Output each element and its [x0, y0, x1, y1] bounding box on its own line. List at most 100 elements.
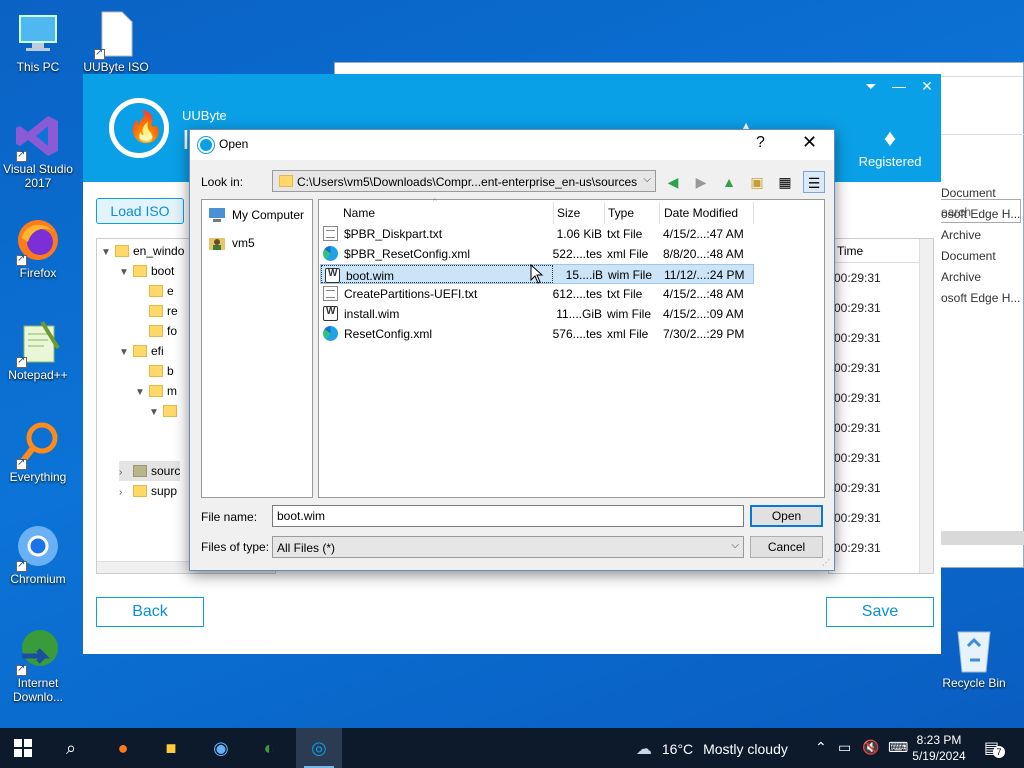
- start-button[interactable]: [0, 728, 46, 768]
- column-divider[interactable]: [753, 202, 754, 224]
- tree-item[interactable]: ▼: [149, 401, 181, 421]
- help-button[interactable]: ?: [756, 134, 765, 152]
- list-item[interactable]: Document: [941, 183, 1024, 204]
- file-row[interactable]: $PBR_ResetConfig.xml 522....tes xml File…: [320, 244, 754, 264]
- places-sidebar[interactable]: My Computer vm5: [201, 199, 313, 498]
- taskbar-uubyte[interactable]: ◎: [296, 728, 342, 768]
- chevron-down-icon[interactable]: ▼: [149, 403, 163, 423]
- forward-arrow-icon[interactable]: ▶: [690, 171, 712, 193]
- column-divider[interactable]: [553, 202, 554, 224]
- search-button[interactable]: ⌕: [48, 728, 94, 768]
- file-list[interactable]: ⌃ Name Size Type Date Modified $PBR_Disk…: [318, 197, 825, 498]
- list-item[interactable]: Archive: [941, 225, 1024, 246]
- keyboard-icon[interactable]: ⌨: [888, 739, 908, 756]
- list-item[interactable]: 00:29:31: [829, 413, 933, 443]
- tree-item[interactable]: b: [149, 361, 174, 381]
- tree-item[interactable]: fo: [149, 321, 177, 341]
- taskbar-firefox[interactable]: ●: [100, 728, 146, 768]
- taskbar-internet-download[interactable]: ◐: [246, 728, 292, 768]
- detail-view-icon[interactable]: ☰: [803, 171, 825, 193]
- column-header-type[interactable]: Type: [608, 206, 634, 220]
- back-button[interactable]: Back: [96, 597, 204, 627]
- horizontal-scrollbar[interactable]: [941, 531, 1024, 545]
- list-item[interactable]: 00:29:31: [829, 443, 933, 473]
- taskbar-chromium[interactable]: ◉: [198, 728, 244, 768]
- desktop-icon-uubyte-iso[interactable]: UUByte ISO: [78, 10, 154, 74]
- tree-item[interactable]: re: [149, 301, 178, 321]
- menu-dropdown-icon[interactable]: ⏷: [860, 78, 882, 95]
- tree-item[interactable]: › supp: [119, 481, 177, 501]
- list-item[interactable]: 00:29:31: [829, 503, 933, 533]
- list-item[interactable]: 00:29:31: [829, 383, 933, 413]
- desktop-icon-notepadpp[interactable]: Notepad++: [0, 318, 76, 382]
- list-item[interactable]: 00:29:31: [829, 263, 933, 293]
- taskbar-file-explorer[interactable]: ■: [148, 728, 194, 768]
- file-name-input[interactable]: [272, 505, 744, 527]
- file-row[interactable]: ResetConfig.xml 576....tes xml File 7/30…: [320, 324, 754, 344]
- chevron-right-icon[interactable]: ›: [119, 483, 133, 503]
- minimize-icon[interactable]: —: [888, 78, 910, 94]
- chevron-down-icon[interactable]: ▼: [135, 383, 149, 403]
- column-header-size[interactable]: Size: [557, 206, 580, 220]
- look-in-dropdown[interactable]: C:\Users\vm5\Downloads\Compr...ent-enter…: [272, 170, 656, 192]
- list-item[interactable]: osoft Edge H...: [941, 288, 1024, 309]
- place-my-computer[interactable]: My Computer: [208, 204, 304, 226]
- tree-item[interactable]: ▼ boot: [119, 261, 174, 281]
- list-item[interactable]: 00:29:31: [829, 533, 933, 563]
- file-row[interactable]: install.wim 11....GiB wim File 4/15/2...…: [320, 304, 754, 324]
- weather-widget[interactable]: ☁ 16°C Mostly cloudy: [636, 739, 788, 759]
- chevron-down-icon[interactable]: ▼: [101, 243, 115, 263]
- chevron-right-icon[interactable]: ›: [119, 463, 133, 483]
- tree-item[interactable]: ▼ efi: [119, 341, 164, 361]
- close-icon[interactable]: ✕: [916, 78, 938, 95]
- column-divider[interactable]: [659, 202, 660, 224]
- dialog-titlebar[interactable]: Open ? ✕: [190, 130, 834, 160]
- column-header-time[interactable]: Time: [829, 239, 933, 263]
- registered-badge[interactable]: ♦ Registered: [853, 124, 927, 169]
- tree-item[interactable]: ▼ m: [135, 381, 177, 401]
- file-time-list[interactable]: Time 00:29:31 00:29:31 00:29:31 00:29:31…: [828, 238, 934, 574]
- open-button[interactable]: Open: [750, 505, 823, 527]
- chevron-down-icon[interactable]: ▼: [119, 343, 133, 363]
- column-divider[interactable]: [604, 202, 605, 224]
- desktop-icon-recycle-bin[interactable]: Recycle Bin: [936, 624, 1012, 690]
- back-arrow-icon[interactable]: ◀: [662, 171, 684, 193]
- list-item[interactable]: 00:29:31: [829, 473, 933, 503]
- list-view-icon[interactable]: ▦: [774, 171, 796, 193]
- desktop-icon-everything[interactable]: Everything: [0, 420, 76, 484]
- open-file-dialog[interactable]: Open ? ✕ Look in: C:\Users\vm5\Downloads…: [189, 129, 835, 571]
- chevron-down-icon[interactable]: ▼: [119, 263, 133, 283]
- volume-muted-icon[interactable]: 🔇: [862, 739, 879, 756]
- load-iso-button[interactable]: Load ISO: [96, 198, 184, 224]
- system-clock[interactable]: 8:23 PM 5/19/2024: [908, 732, 970, 764]
- close-button[interactable]: ✕: [802, 132, 817, 153]
- column-header-date-modified[interactable]: Date Modified: [664, 206, 738, 220]
- list-item[interactable]: 00:29:31: [829, 323, 933, 353]
- chevron-up-icon[interactable]: ⌃: [815, 739, 827, 756]
- place-vm5[interactable]: vm5: [208, 232, 255, 254]
- file-row[interactable]: $PBR_Diskpart.txt 1.06 KiB txt File 4/15…: [320, 224, 754, 244]
- desktop-icon-internet-download[interactable]: Internet Downlo...: [0, 626, 76, 704]
- network-icon[interactable]: ▭: [838, 739, 851, 756]
- resize-grip-icon[interactable]: ⋰: [822, 558, 832, 568]
- up-folder-icon[interactable]: ▲: [718, 171, 740, 193]
- desktop-icon-visual-studio[interactable]: Visual Studio 2017: [0, 112, 76, 190]
- list-item[interactable]: Archive: [941, 267, 1024, 288]
- desktop-icon-firefox[interactable]: Firefox: [0, 216, 76, 280]
- new-folder-icon[interactable]: ▣: [746, 171, 768, 193]
- column-header-name[interactable]: Name: [343, 206, 375, 220]
- desktop-icon-this-pc[interactable]: This PC: [0, 10, 76, 74]
- file-row[interactable]: CreatePartitions-UEFI.txt 612....tes txt…: [320, 284, 754, 304]
- tree-item[interactable]: › sourc: [119, 461, 181, 483]
- save-button[interactable]: Save: [826, 597, 934, 627]
- list-item[interactable]: osoft Edge H...: [941, 204, 1024, 225]
- file-type-dropdown[interactable]: All Files (*) ⌵: [272, 536, 744, 558]
- vertical-scrollbar[interactable]: [919, 239, 933, 573]
- list-item[interactable]: Document: [941, 246, 1024, 267]
- tree-item[interactable]: e: [149, 281, 174, 301]
- desktop-icon-chromium[interactable]: Chromium: [0, 522, 76, 586]
- tree-item[interactable]: ▼ en_windo: [101, 241, 184, 261]
- notification-center[interactable]: ▤ 7: [984, 738, 1005, 758]
- cancel-button[interactable]: Cancel: [750, 536, 823, 558]
- list-item[interactable]: 00:29:31: [829, 293, 933, 323]
